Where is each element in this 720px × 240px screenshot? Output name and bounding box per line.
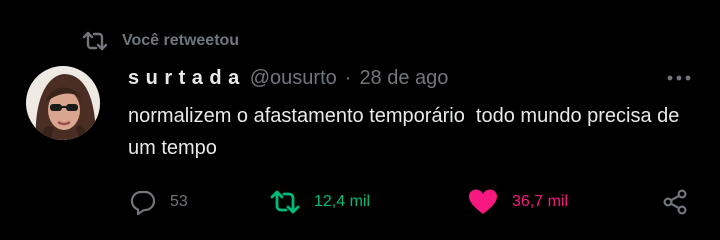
- retweet-button[interactable]: 12,4 mil: [270, 186, 370, 218]
- retweet-banner-label: Você retweetou: [122, 32, 240, 49]
- heart-filled-icon: [469, 189, 497, 214]
- more-options-icon: [667, 75, 691, 81]
- retweet-icon: [270, 190, 300, 214]
- reply-count: 53: [170, 193, 188, 210]
- display-name[interactable]: surtada: [128, 67, 246, 90]
- tweet-actions: 53 12,4 mil 36,7 mil: [0, 186, 720, 218]
- tweet-header: surtada @ousurto · 28 de ago: [128, 64, 448, 92]
- more-options-button[interactable]: [664, 68, 694, 88]
- separator-dot: ·: [344, 66, 352, 89]
- reply-icon: [130, 190, 156, 215]
- retweet-count: 12,4 mil: [314, 193, 371, 210]
- tweet-date[interactable]: 28 de ago: [359, 67, 448, 90]
- avatar-image: [26, 66, 100, 140]
- avatar[interactable]: [26, 66, 100, 140]
- tweet-text: normalizem o afastamento temporário todo…: [128, 105, 685, 159]
- like-count: 36,7 mil: [512, 193, 569, 210]
- share-button[interactable]: [662, 186, 688, 218]
- like-button[interactable]: 36,7 mil: [468, 186, 568, 218]
- reply-button[interactable]: 53: [130, 186, 188, 218]
- user-handle[interactable]: @ousurto: [250, 67, 337, 90]
- retweet-banner: Você retweetou: [82, 30, 239, 52]
- retweet-icon: [82, 31, 108, 51]
- share-icon: [663, 189, 687, 215]
